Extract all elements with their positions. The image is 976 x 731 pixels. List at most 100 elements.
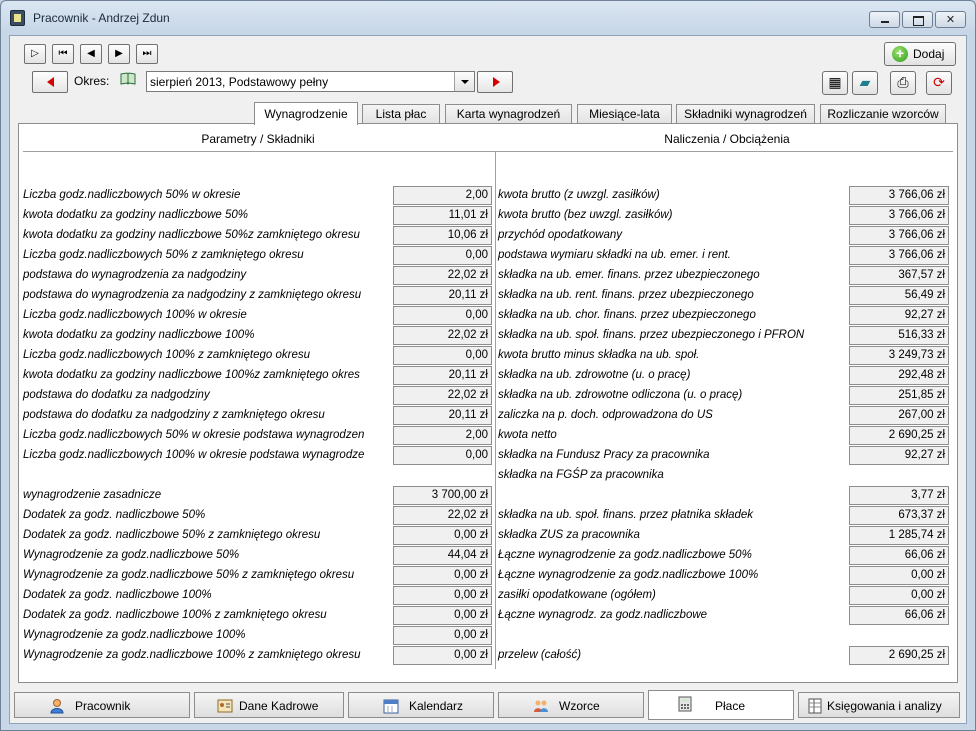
row-label: podstawa do wynagrodzenia za nadgodziny … [23,289,362,301]
prev-period-button[interactable] [32,71,68,93]
row-label: Liczba godz.nadliczbowych 100% w okresie… [23,449,365,461]
header-divider [23,151,953,152]
row-value-field[interactable]: 0,00 zł [393,646,492,665]
row-label: kwota netto [498,429,557,441]
row-value-field[interactable]: 2 690,25 zł [849,646,949,665]
row-label: zasiłki opodatkowane (ogółem) [498,589,656,601]
row-value-field[interactable]: 267,00 zł [849,406,949,425]
bottom-tab-kalendarz[interactable]: Kalendarz [348,692,494,718]
row-value-field[interactable]: 3 766,06 zł [849,206,949,225]
row-value-field[interactable]: 0,00 zł [393,566,492,585]
row-label: Łączne wynagrodz. za godz.nadliczbowe [498,609,708,621]
close-button[interactable] [935,11,966,28]
row-label: składka na ub. chor. finans. przez ubezp… [498,309,756,321]
row-value-field[interactable]: 1 285,74 zł [849,526,949,545]
new-record-button[interactable]: ▷ [24,44,46,64]
row-value-field[interactable]: 22,02 zł [393,326,492,345]
row-label: Wynagrodzenie za godz.nadliczbowe 100% z… [23,649,361,661]
maximize-button[interactable] [902,11,933,28]
row-value-field[interactable]: 3,77 zł [849,486,949,505]
row-label: składka na ub. zdrowotne odliczona (u. o… [498,389,743,401]
tab-rozliczanie-wzorcow[interactable]: Rozliczanie wzorców [820,104,946,124]
row-value-field[interactable]: 292,48 zł [849,366,949,385]
app-icon[interactable] [10,10,25,26]
row-label: przychód opodatkowany [498,229,623,241]
tab-miesiace-lata[interactable]: Miesiące-lata [577,104,672,124]
row-value-field[interactable]: 20,11 zł [393,406,492,425]
row-value-field[interactable]: 2 690,25 zł [849,426,949,445]
row-value-field[interactable]: 0,00 zł [393,606,492,625]
bottom-tab-label: Płace [715,699,746,713]
row-value-field[interactable]: 3 249,73 zł [849,346,949,365]
last-record-button[interactable]: ⏭ [136,44,158,64]
row-value-field[interactable]: 367,57 zł [849,266,949,285]
title-bar[interactable]: Pracownik - Andrzej Zdun [1,1,975,35]
row-value-field[interactable]: 11,01 zł [393,206,492,225]
row-label: składka na FGŚP za pracownika [498,469,664,481]
row-value-field[interactable]: 673,37 zł [849,506,949,525]
row-value-field[interactable]: 66,06 zł [849,546,949,565]
row-value-field[interactable]: 3 766,06 zł [849,226,949,245]
plus-icon: + [892,46,908,62]
ledger-icon [808,698,822,714]
row-value-field[interactable]: 0,00 zł [849,586,949,605]
row-value-field[interactable]: 20,11 zł [393,366,492,385]
row-value-field[interactable]: 44,04 zł [393,546,492,565]
chevron-down-icon[interactable] [454,72,474,91]
calendar-icon [383,699,399,714]
bottom-tab-pracownik[interactable]: Pracownik [14,692,190,718]
bottom-tab-wzorce[interactable]: Wzorce [498,692,644,718]
tab-karta-wynagrodzen[interactable]: Karta wynagrodzeń [445,104,572,124]
row-value-field[interactable]: 92,27 zł [849,306,949,325]
period-select[interactable]: sierpień 2013, Podstawowy pełny [146,71,475,92]
row-value-field[interactable]: 22,02 zł [393,506,492,525]
row-value-field[interactable]: 92,27 zł [849,446,949,465]
row-value-field[interactable]: 0,00 zł [849,566,949,585]
row-value-field[interactable]: 20,11 zł [393,286,492,305]
id-card-icon [217,699,233,713]
row-value-field[interactable]: 0,00 [393,446,492,465]
next-period-button[interactable] [477,71,513,93]
row-label: kwota brutto (z uwzgl. zasiłków) [498,189,660,201]
row-value-field[interactable]: 3 766,06 zł [849,246,949,265]
row-value-field[interactable]: 516,33 zł [849,326,949,345]
calculator-button[interactable]: ▦ [822,71,848,95]
row-value-field[interactable]: 2,00 [393,426,492,445]
bottom-tab-place[interactable]: Płace [648,690,794,720]
add-button[interactable]: + Dodaj [884,42,956,66]
minimize-button[interactable] [869,11,900,28]
row-label: Dodatek za godz. nadliczbowe 100% z zamk… [23,609,327,621]
row-label: Dodatek za godz. nadliczbowe 100% [23,589,212,601]
print-button[interactable]: ⎙ [890,71,916,95]
row-value-field[interactable]: 0,00 zł [393,626,492,645]
first-record-button[interactable]: ⏮ [52,44,74,64]
prev-record-button[interactable]: ◀ [80,44,102,64]
row-value-field[interactable]: 251,85 zł [849,386,949,405]
bottom-tab-ksiegowania[interactable]: Księgowania i analizy [798,692,960,718]
row-value-field[interactable]: 10,06 zł [393,226,492,245]
row-value-field[interactable]: 3 700,00 zł [393,486,492,505]
row-value-field[interactable]: 0,00 zł [393,586,492,605]
tab-wynagrodzenie[interactable]: Wynagrodzenie [254,102,358,125]
row-value-field[interactable]: 56,49 zł [849,286,949,305]
next-record-button[interactable]: ▶ [108,44,130,64]
refresh-button[interactable]: ⟳ [926,71,952,95]
tab-skladniki-wynagrodzen[interactable]: Składniki wynagrodzeń [676,104,815,124]
books-button[interactable]: ▰ [852,71,878,95]
row-value-field[interactable]: 22,02 zł [393,266,492,285]
row-label: Liczba godz.nadliczbowych 50% z zamknięt… [23,249,304,261]
row-value-field[interactable]: 66,06 zł [849,606,949,625]
row-label: kwota dodatku za godziny nadliczbowe 100… [23,329,255,341]
books-icon: ▰ [859,74,871,90]
tab-lista-plac[interactable]: Lista płac [362,104,440,124]
row-value-field[interactable]: 0,00 [393,306,492,325]
row-value-field[interactable]: 0,00 [393,346,492,365]
row-value-field[interactable]: 0,00 zł [393,526,492,545]
client-area: ▷ ⏮ ◀ ▶ ⏭ + Dodaj Okres: sierpień 2013, … [9,35,967,724]
row-value-field[interactable]: 0,00 [393,246,492,265]
main-window: Pracownik - Andrzej Zdun ▷ ⏮ ◀ ▶ ⏭ + Dod… [0,0,976,731]
row-value-field[interactable]: 2,00 [393,186,492,205]
row-value-field[interactable]: 3 766,06 zł [849,186,949,205]
row-value-field[interactable]: 22,02 zł [393,386,492,405]
bottom-tab-dane-kadrowe[interactable]: Dane Kadrowe [194,692,344,718]
